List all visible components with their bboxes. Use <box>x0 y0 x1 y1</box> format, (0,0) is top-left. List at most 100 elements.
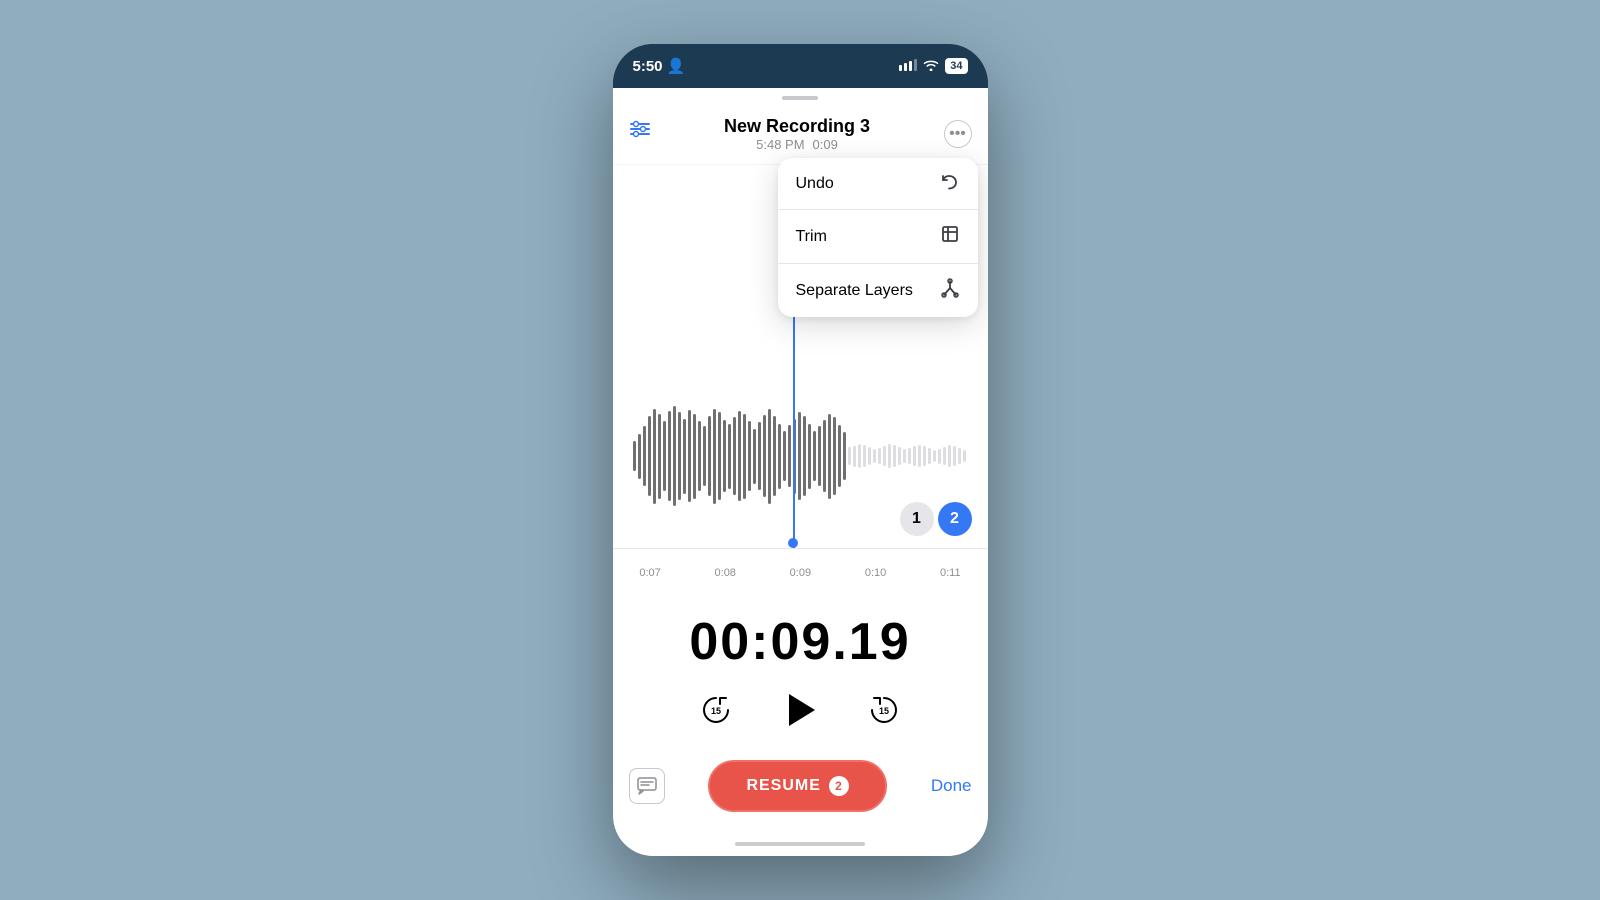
wave-bar <box>873 449 876 463</box>
header-right: ••• <box>944 116 972 148</box>
status-bar: 5:50 👤 34 <box>613 44 988 88</box>
resume-badge: 2 <box>829 776 849 796</box>
dropdown-trim[interactable]: Trim <box>778 210 978 264</box>
wave-bar <box>773 416 776 496</box>
wave-bar <box>838 425 841 487</box>
wave-bar <box>673 406 676 506</box>
signal-icon <box>899 58 917 75</box>
timeline-mark-1: 0:08 <box>715 567 736 579</box>
trim-label: Trim <box>796 228 827 246</box>
rewind-button[interactable]: 15 <box>694 688 738 732</box>
wave-bar <box>813 431 816 481</box>
timeline-mark-3: 0:10 <box>865 567 886 579</box>
playhead-dot <box>788 538 798 548</box>
wifi-icon <box>923 58 939 75</box>
user-icon: 👤 <box>667 57 686 75</box>
wave-bar <box>963 450 966 461</box>
wave-bar <box>868 447 871 465</box>
timeline-mark-4: 0:11 <box>940 567 961 579</box>
wave-bar <box>708 416 711 496</box>
wave-bar <box>728 424 731 489</box>
separate-layers-label: Separate Layers <box>796 282 913 300</box>
forward-button[interactable]: 15 <box>862 688 906 732</box>
wave-bar <box>943 447 946 466</box>
wave-bar <box>918 445 921 468</box>
recording-title: New Recording 3 <box>651 116 944 137</box>
battery-level: 34 <box>945 58 967 74</box>
wave-bar <box>933 450 936 462</box>
wave-bar <box>908 448 911 464</box>
phone-container: 5:50 👤 34 <box>613 44 988 856</box>
wave-bar <box>783 431 786 481</box>
wave-bar <box>778 424 781 489</box>
wave-bar <box>858 444 861 469</box>
time-display: 00:09.19 <box>613 596 988 680</box>
dropdown-undo[interactable]: Undo <box>778 158 978 210</box>
wave-bar <box>803 416 806 496</box>
wave-bar <box>688 410 691 502</box>
resume-button[interactable]: RESUME 2 <box>708 760 886 812</box>
header: New Recording 3 5:48 PM 0:09 ••• Undo <box>613 108 988 164</box>
wave-bar <box>903 449 906 462</box>
wave-bar <box>818 426 821 486</box>
dropdown-separate-layers[interactable]: Separate Layers <box>778 264 978 317</box>
filter-icon[interactable] <box>629 120 651 144</box>
wave-bar <box>683 419 686 494</box>
wave-bar <box>703 426 706 486</box>
wave-bar <box>843 432 846 480</box>
wave-bar <box>663 421 666 491</box>
track-2-button[interactable]: 2 <box>938 502 972 536</box>
trim-icon <box>940 224 960 249</box>
wave-bar <box>828 414 831 499</box>
wave-bar <box>753 429 756 484</box>
wave-bar <box>938 449 941 464</box>
bottom-bar: RESUME 2 Done <box>613 748 988 832</box>
wave-bar <box>768 409 771 504</box>
wave-bar <box>788 425 791 487</box>
wave-bar <box>958 448 961 464</box>
wave-bar <box>733 417 736 495</box>
recording-time: 5:48 PM <box>756 137 804 152</box>
wave-bar <box>798 412 801 500</box>
wave-bar <box>953 446 956 466</box>
wave-bar <box>738 411 741 501</box>
separate-layers-icon <box>940 278 960 303</box>
track-buttons: 1 2 <box>900 502 972 536</box>
timeline: 0:07 0:08 0:09 0:10 0:11 <box>613 548 988 596</box>
header-center: New Recording 3 5:48 PM 0:09 <box>651 116 944 152</box>
wave-bar <box>713 409 716 504</box>
wave-bar <box>898 447 901 464</box>
wave-bar <box>648 416 651 496</box>
status-time: 5:50 <box>633 58 663 75</box>
wave-bar <box>923 446 926 466</box>
done-button[interactable]: Done <box>931 776 972 796</box>
wave-bar <box>833 417 836 495</box>
recording-duration: 0:09 <box>813 137 838 152</box>
header-left <box>629 116 651 144</box>
play-icon <box>789 694 815 726</box>
chat-button[interactable] <box>629 768 665 804</box>
wave-bar <box>853 446 856 467</box>
wave-bar <box>848 447 851 464</box>
wave-bar <box>658 414 661 499</box>
wave-bar <box>743 414 746 499</box>
wave-bar <box>693 414 696 499</box>
wave-bar <box>893 445 896 467</box>
recording-meta: 5:48 PM 0:09 <box>651 137 944 152</box>
svg-text:15: 15 <box>711 706 721 716</box>
track-1-button[interactable]: 1 <box>900 502 934 536</box>
wave-bar <box>888 444 891 468</box>
wave-bar <box>638 434 641 479</box>
wave-bar <box>883 446 886 466</box>
play-button[interactable] <box>778 688 822 732</box>
pull-indicator <box>613 88 988 108</box>
wave-bar <box>913 446 916 466</box>
app-screen: New Recording 3 5:48 PM 0:09 ••• Undo <box>613 88 988 856</box>
wave-bar <box>668 411 671 501</box>
status-left: 5:50 👤 <box>633 57 686 75</box>
wave-bar <box>928 448 931 465</box>
wave-bar <box>863 445 866 468</box>
wave-bar <box>653 409 656 504</box>
more-button[interactable]: ••• <box>944 120 972 148</box>
wave-bar <box>723 420 726 492</box>
